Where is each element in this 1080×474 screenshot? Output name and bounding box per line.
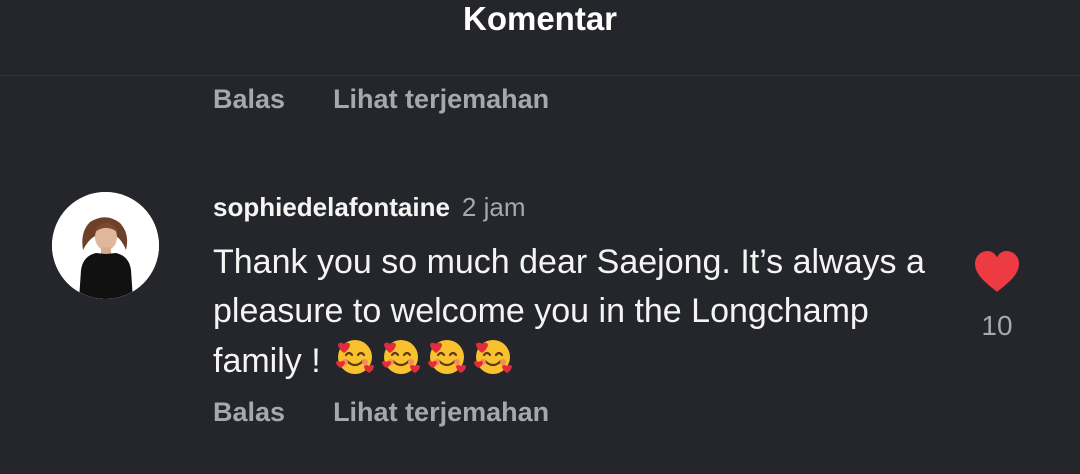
username-link[interactable]: sophiedelafontaine <box>213 192 450 223</box>
smiling-face-with-hearts-icon <box>428 340 467 374</box>
heart-icon[interactable] <box>973 250 1021 294</box>
previous-comment-actions: Balas Lihat terjemahan <box>213 81 549 117</box>
comments-screen: Komentar Balas Lihat terjemahan sophiede… <box>0 0 1080 474</box>
smiling-face-with-hearts-icon <box>474 340 513 374</box>
page-title: Komentar <box>462 0 618 37</box>
see-translation-button[interactable]: Lihat terjemahan <box>333 84 549 115</box>
comment-actions: Balas Lihat terjemahan <box>213 394 549 430</box>
reply-button[interactable]: Balas <box>213 397 285 428</box>
see-translation-button[interactable]: Lihat terjemahan <box>333 397 549 428</box>
reply-button[interactable]: Balas <box>213 84 285 115</box>
comment-meta: sophiedelafontaine 2 jam <box>213 192 526 226</box>
like-count: 10 <box>981 310 1013 341</box>
comment-text: Thank you so much dear Saejong. It’s alw… <box>213 243 925 380</box>
comment-timestamp: 2 jam <box>461 192 526 222</box>
avatar[interactable] <box>52 192 159 299</box>
header: Komentar <box>0 0 1080 76</box>
avatar-photo <box>52 192 159 299</box>
smiling-face-with-hearts-icon <box>336 340 375 374</box>
emoji-group <box>334 336 518 390</box>
smiling-face-with-hearts-icon <box>382 340 421 374</box>
comment-body: Thank you so much dear Saejong. It’s alw… <box>213 238 933 390</box>
